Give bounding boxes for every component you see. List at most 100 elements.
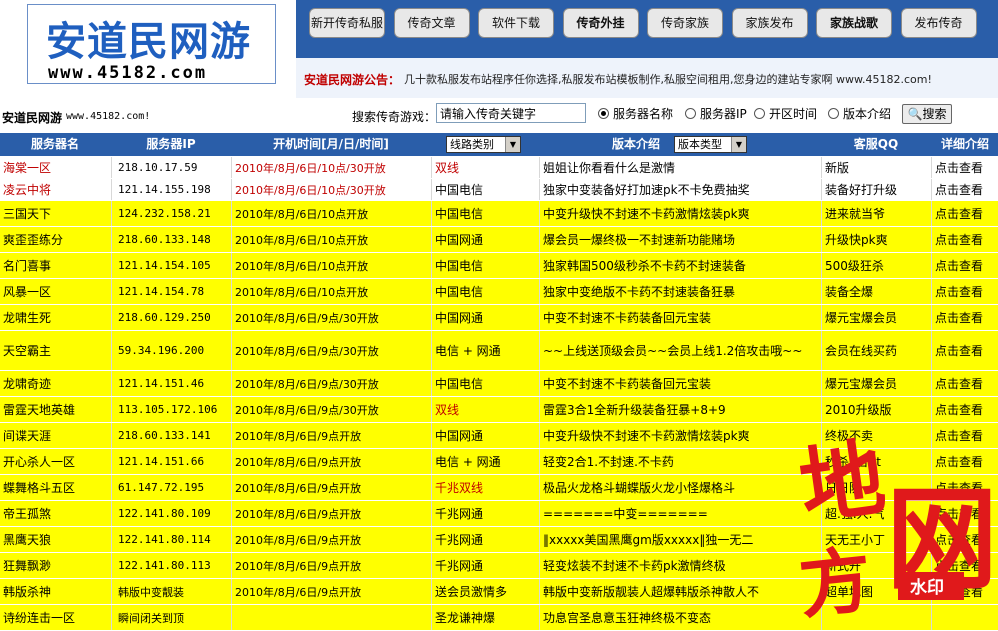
table-row[interactable]: 风暴一区 121.14.154.78 2010年/8月/6日/10点开放 中国电信 独家…	[0, 279, 998, 305]
col-header-ip: 服务器IP	[146, 137, 196, 151]
radio-version[interactable]: 版本介绍	[828, 105, 891, 122]
cell-detail[interactable]: 点击查看	[932, 423, 998, 448]
cell-version: 雷霆3合1全新升级装备狂暴+8+9	[543, 403, 726, 417]
column-divider	[231, 201, 232, 226]
cell-version: 中变升级快不封速不卡药激情炫装pk爽	[543, 429, 750, 443]
nav-button[interactable]: 传奇家族	[647, 8, 723, 38]
cell-name[interactable]: 凌云中将	[0, 179, 110, 200]
table-row[interactable]: 帝王孤煞 122.141.80.109 2010年/8月/6日/9点开放 千兆网通 ==…	[0, 501, 998, 527]
cell-name[interactable]: 龙啸生死	[0, 305, 110, 330]
cell-name[interactable]: 名门喜事	[0, 253, 110, 278]
cell-name[interactable]: 诗纷连击一区	[0, 605, 110, 630]
nav-button[interactable]: 发布传奇	[900, 8, 977, 38]
table-row[interactable]: 开心杀人一区 121.14.151.66 2010年/8月/6日/9点开放 电信 + …	[0, 449, 998, 475]
table-row[interactable]: 龙啸奇迹 121.14.151.46 2010年/8月/6日/9点/30开放 中国电信…	[0, 371, 998, 397]
column-divider	[539, 331, 540, 370]
cell-detail[interactable]: 点击查看	[932, 179, 998, 200]
cell-name[interactable]: 三国天下	[0, 201, 110, 226]
nav-button[interactable]: 新开传奇私服	[309, 8, 385, 38]
cell-version: 中变不封速不卡药装备回元宝装	[543, 377, 712, 391]
cell-detail[interactable]: 点击查看	[932, 157, 998, 178]
column-divider	[231, 527, 232, 552]
cell-detail[interactable]: 点击查看	[932, 475, 998, 500]
cell-detail[interactable]: 点击查看	[932, 579, 998, 604]
radio-dot[interactable]	[828, 108, 839, 119]
column-divider	[821, 253, 822, 278]
line-type-select[interactable]: 线路类别 ▼	[446, 136, 521, 153]
cell-name[interactable]: 风暴一区	[0, 279, 110, 304]
column-divider	[821, 397, 822, 422]
column-divider	[539, 179, 540, 200]
cell-ip: 121.14.151.46	[118, 377, 205, 390]
table-row[interactable]: 诗纷连击一区 瞬间闭关到顶 圣龙谦神爆 功息宫圣息意玉狂神终极不变态	[0, 605, 998, 631]
cell-name[interactable]: 天空霸主	[0, 331, 110, 370]
nav-button[interactable]: 家族发布	[731, 8, 808, 38]
cell-detail[interactable]: 点击查看	[932, 553, 998, 578]
table-row[interactable]: 间谍天涯 218.60.133.141 2010年/8月/6日/9点开放 中国网通 中变…	[0, 423, 998, 449]
radio-open-time[interactable]: 开区时间	[754, 105, 817, 122]
site-logo[interactable]: 安道民网游 www.45182.com	[27, 4, 276, 84]
cell-detail[interactable]: 点击查看	[932, 449, 998, 474]
cell-version: ‖xxxxx美国黑鹰gm版xxxxx‖独一无二	[543, 533, 754, 547]
cell-ip: 121.14.154.78	[118, 285, 205, 298]
nav-button[interactable]: 传奇文章	[393, 8, 470, 38]
table-row[interactable]: 凌云中将 121.14.155.198 2010年/8月/6日/10点/30开放 中国…	[0, 179, 998, 201]
table-row[interactable]: 龙啸生死 218.60.129.250 2010年/8月/6日/9点/30开放 中国网…	[0, 305, 998, 331]
table-row[interactable]: 三国天下 124.232.158.21 2010年/8月/6日/10点开放 中国电信 中…	[0, 201, 998, 227]
cell-name[interactable]: 韩版杀神	[0, 579, 110, 604]
table-row[interactable]: 黑鹰天狼 122.141.80.114 2010年/8月/6日/9点开放 千兆网通 ‖x…	[0, 527, 998, 553]
cell-version: 轻变2合1.不封速.不卡药	[543, 455, 674, 469]
cell-detail[interactable]: 点击查看	[932, 279, 998, 304]
cell-name[interactable]: 海棠一区	[0, 157, 110, 178]
cell-name[interactable]: 龙啸奇迹	[0, 371, 110, 396]
radio-server-name[interactable]: 服务器名称	[598, 105, 673, 122]
cell-name[interactable]: 间谍天涯	[0, 423, 110, 448]
cell-name[interactable]: 黑鹰天狼	[0, 527, 110, 552]
column-divider	[111, 449, 112, 474]
table-row[interactable]: 名门喜事 121.14.154.105 2010年/8月/6日/10点开放 中国电信 独…	[0, 253, 998, 279]
nav-button[interactable]: 传奇外挂	[562, 8, 639, 38]
radio-dot[interactable]	[598, 108, 609, 119]
cell-detail[interactable]: 点击查看	[932, 331, 998, 370]
cell-detail[interactable]: 点击查看	[932, 227, 998, 252]
cell-name[interactable]: 帝王孤煞	[0, 501, 110, 526]
cell-detail[interactable]: 点击查看	[932, 527, 998, 552]
column-divider	[111, 553, 112, 578]
cell-name[interactable]: 蝶舞格斗五区	[0, 475, 110, 500]
cell-detail[interactable]: 点击查看	[932, 397, 998, 422]
table-row[interactable]: 爽歪歪练分 218.60.133.148 2010年/8月/6日/10点开放 中国网通…	[0, 227, 998, 253]
radio-dot[interactable]	[685, 108, 696, 119]
search-input[interactable]	[436, 103, 586, 123]
cell-detail[interactable]: 点击查看	[932, 305, 998, 330]
search-button[interactable]: 🔍搜索	[902, 104, 952, 124]
cell-time: 2010年/8月/6日/9点/30开放	[235, 377, 379, 391]
nav-button[interactable]: 软件下载	[478, 8, 554, 38]
cell-version: 功息宫圣息意玉狂神终极不变态	[543, 611, 712, 625]
table-row[interactable]: 蝶舞格斗五区 61.147.72.195 2010年/8月/6日/9点开放 千兆双线 极…	[0, 475, 998, 501]
table-row[interactable]: 海棠一区 218.10.17.59 2010年/8月/6日/10点/30开放 双线 姐姐…	[0, 157, 998, 179]
cell-detail[interactable]: 点击查看	[932, 501, 998, 526]
table-row[interactable]: 雷霆天地英雄 113.105.172.106 2010年/8月/6日/9点/30开放…	[0, 397, 998, 423]
column-divider	[821, 179, 822, 200]
search-button-label: 搜索	[922, 107, 947, 121]
cell-detail[interactable]: 点击查看	[932, 371, 998, 396]
column-divider	[231, 331, 232, 370]
cell-detail[interactable]: 点击查看	[932, 253, 998, 278]
nav-button[interactable]: 家族战歌	[816, 8, 892, 38]
cell-name[interactable]: 雷霆天地英雄	[0, 397, 110, 422]
table-row[interactable]: 天空霸主 59.34.196.200 2010年/8月/6日/9点/30开放 电信 +…	[0, 331, 998, 371]
cell-detail[interactable]	[932, 605, 998, 630]
line-type-select-value: 线路类别	[450, 138, 494, 151]
table-row[interactable]: 狂舞飘渺 122.141.80.113 2010年/8月/6日/9点开放 千兆网通 轻变…	[0, 553, 998, 579]
table-row[interactable]: 韩版杀神 韩版中变靓装 2010年/8月/6日/9点开放 送会员激情多 韩版中变新版靓装…	[0, 579, 998, 605]
cell-detail[interactable]: 点击查看	[932, 201, 998, 226]
version-type-select[interactable]: 版本类型 ▼	[674, 136, 747, 153]
cell-name[interactable]: 狂舞飘渺	[0, 553, 110, 578]
cell-line: 中国网通	[435, 429, 484, 443]
column-divider	[539, 397, 540, 422]
radio-dot[interactable]	[754, 108, 765, 119]
column-divider	[231, 423, 232, 448]
cell-name[interactable]: 爽歪歪练分	[0, 227, 110, 252]
radio-server-ip[interactable]: 服务器IP	[685, 105, 747, 122]
cell-name[interactable]: 开心杀人一区	[0, 449, 110, 474]
